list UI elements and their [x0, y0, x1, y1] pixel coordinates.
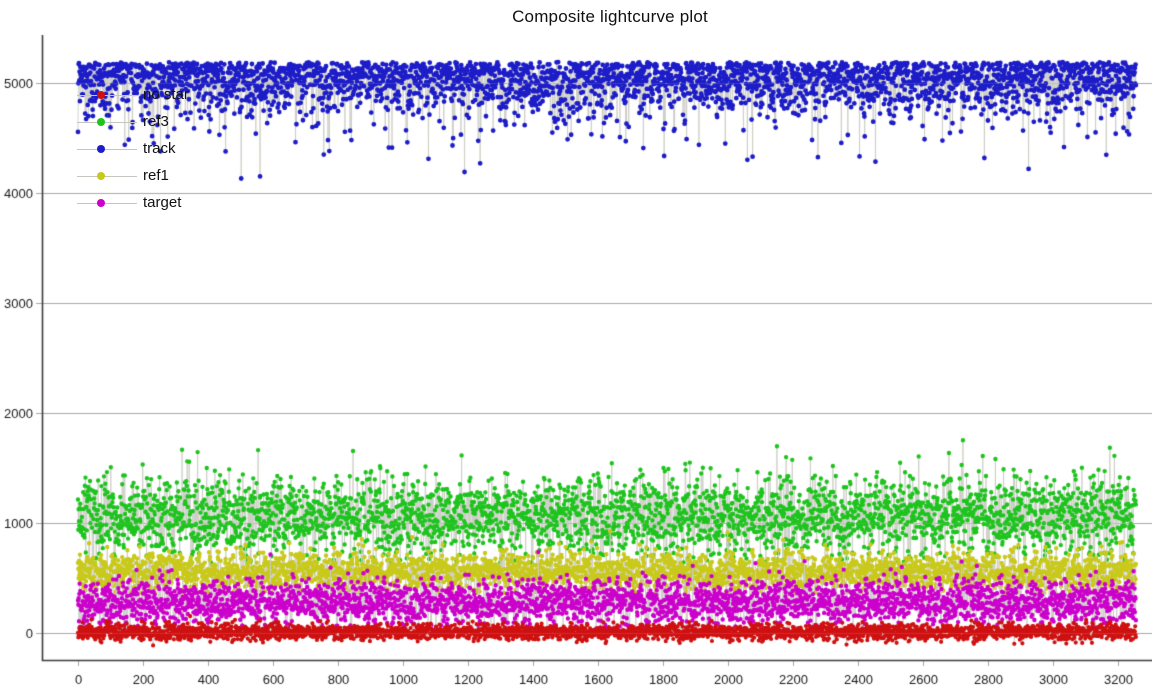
legend-item-ref3: ref3	[75, 108, 189, 135]
legend-label: target	[143, 194, 181, 211]
legend-item-ref1: ref1	[75, 162, 189, 189]
legend-marker-dot	[97, 91, 105, 99]
legend-line	[77, 176, 137, 177]
legend-line	[77, 95, 137, 96]
legend-marker-dot	[97, 172, 105, 180]
legend-item-target: target	[75, 189, 189, 216]
legend-marker-dot	[97, 145, 105, 153]
legend-line	[77, 203, 137, 204]
legend-label: ref3	[143, 113, 169, 130]
legend-label: ref1	[143, 167, 169, 184]
chart-title: Composite lightcurve plot	[68, 7, 1152, 27]
legend-label: no star	[143, 86, 189, 103]
legend: no star ref3 track ref1 target	[75, 81, 189, 216]
legend-item-no-star: no star	[75, 81, 189, 108]
legend-marker-dot	[97, 199, 105, 207]
legend-label: track	[143, 140, 176, 157]
chart-container: Composite lightcurve plot no star ref3 t…	[0, 0, 1152, 694]
legend-line	[77, 149, 137, 150]
legend-marker-dot	[97, 118, 105, 126]
legend-item-track: track	[75, 135, 189, 162]
legend-line	[77, 122, 137, 123]
